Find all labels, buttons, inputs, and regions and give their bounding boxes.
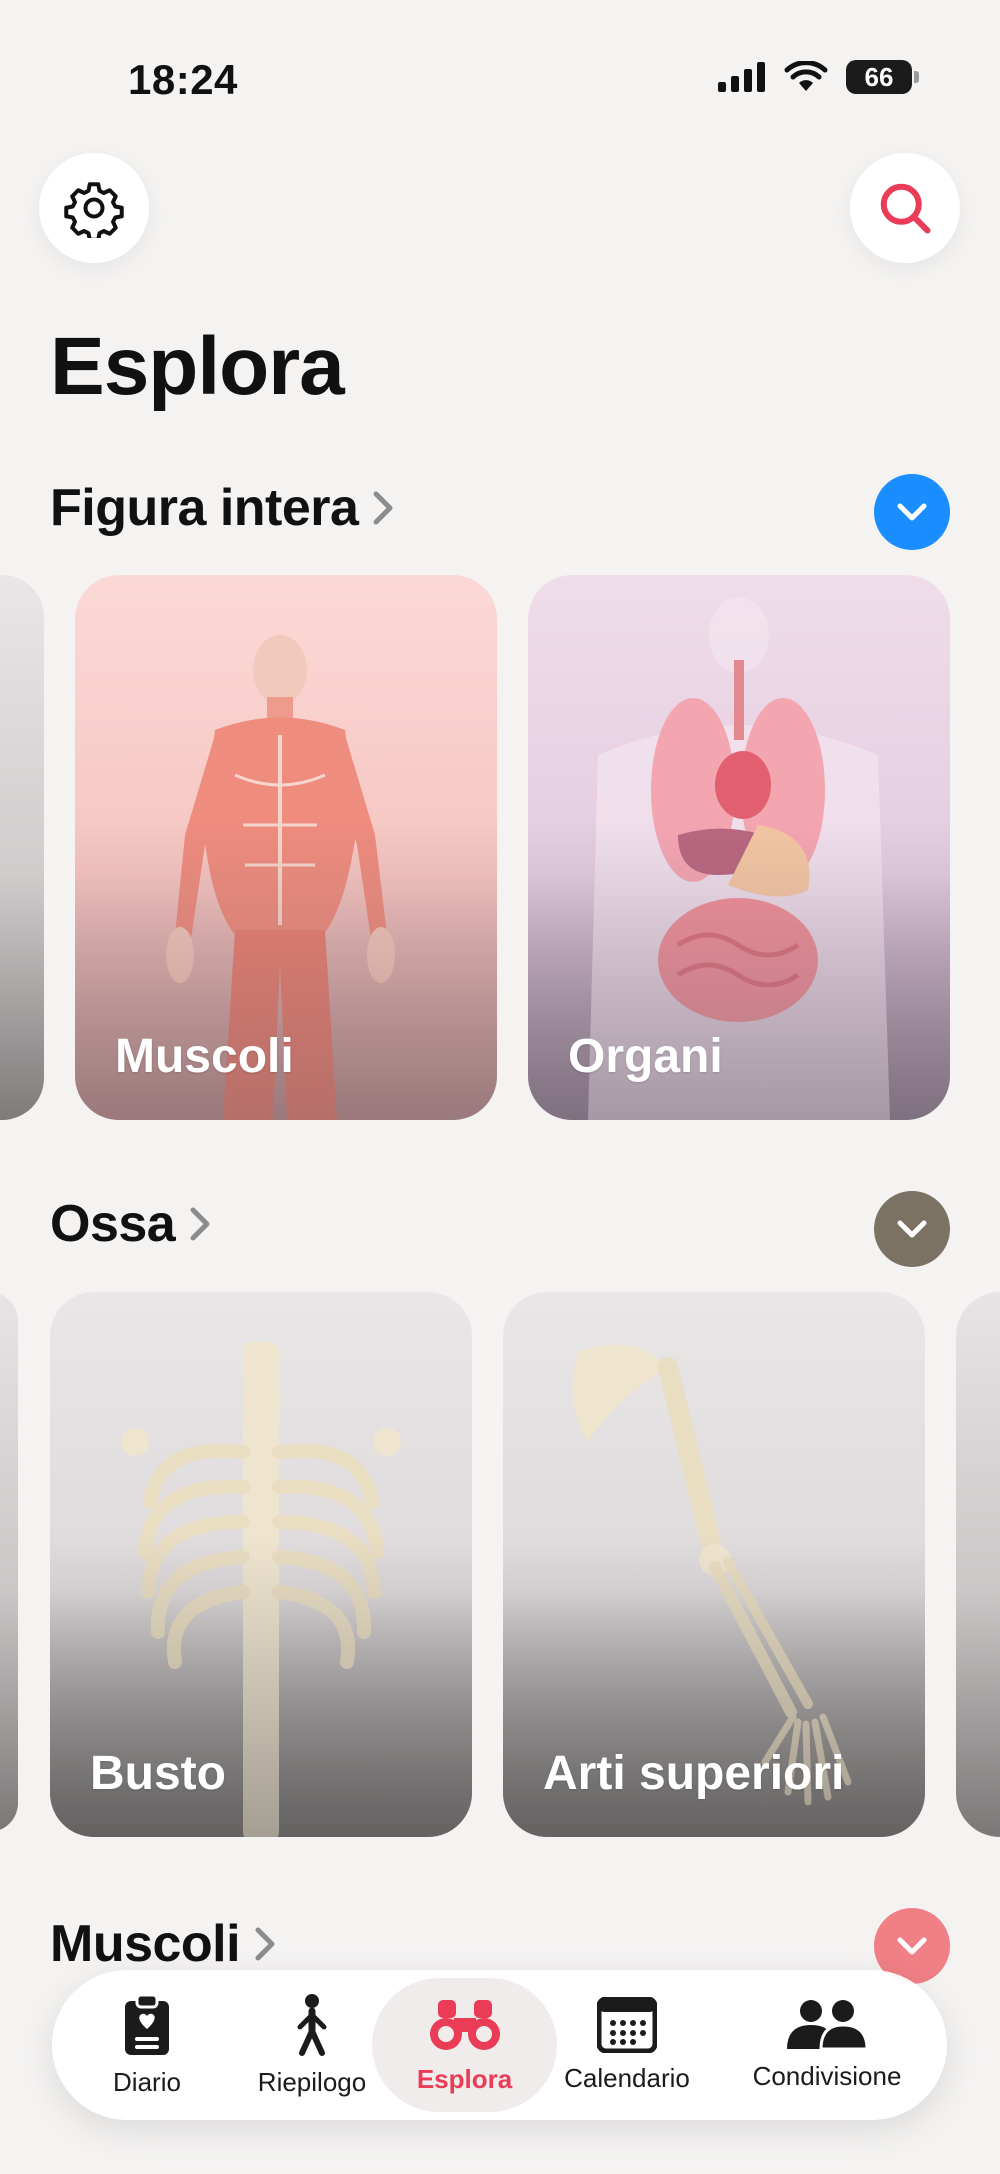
card-arti-superiori[interactable]: Arti superiori <box>503 1292 925 1837</box>
card-partial-next[interactable] <box>956 1292 1000 1837</box>
binoculars-icon <box>429 1999 500 2050</box>
tab-label: Condivisione <box>752 2060 902 2091</box>
section-header-ossa[interactable]: Ossa <box>50 1194 213 1254</box>
search-button[interactable] <box>850 153 960 263</box>
calendar-icon <box>597 1996 657 2053</box>
cellular-signal-icon <box>718 62 765 92</box>
tab-label: Riepilogo <box>257 2066 367 2097</box>
tab-diario[interactable]: Diario <box>92 1978 202 2112</box>
battery-indicator: 66 <box>846 60 919 94</box>
section-header-muscoli[interactable]: Muscoli <box>50 1914 278 1974</box>
collapse-toggle-ossa[interactable] <box>874 1191 950 1267</box>
tab-calendario[interactable]: Calendario <box>557 1978 697 2112</box>
status-icons: 66 <box>718 60 919 94</box>
chevron-right-icon <box>370 488 396 528</box>
card-organi[interactable]: Organi <box>528 575 950 1120</box>
card-label: Arti superiori <box>543 1747 845 1800</box>
battery-level: 66 <box>864 61 894 92</box>
chevron-right-icon <box>187 1204 213 1244</box>
people-icon <box>787 1999 867 2050</box>
wifi-icon <box>784 61 828 91</box>
tab-condivisione[interactable]: Condivisione <box>732 1978 922 2112</box>
chevron-down-icon <box>897 1220 927 1238</box>
section-header-figura-intera[interactable]: Figura intera <box>50 478 396 538</box>
tab-label: Calendario <box>564 2062 690 2093</box>
card-label: Organi <box>568 1030 723 1083</box>
gear-icon <box>64 182 124 238</box>
card-label: Muscoli <box>115 1030 294 1083</box>
status-time: 18:24 <box>128 56 238 103</box>
page-title: Esplora <box>50 321 345 412</box>
section-title: Muscoli <box>50 1915 241 1973</box>
collapse-toggle-figura-intera[interactable] <box>874 474 950 550</box>
card-label: Busto <box>90 1747 226 1800</box>
card-partial-previous[interactable] <box>0 575 44 1120</box>
search-icon <box>880 183 931 234</box>
bottom-tab-bar: Diario Riepilogo Esplora Calendario Cond… <box>52 1970 947 2120</box>
chevron-right-icon <box>252 1924 278 1964</box>
tab-riepilogo[interactable]: Riepilogo <box>242 1978 382 2112</box>
card-busto[interactable]: Busto <box>50 1292 472 1837</box>
section-title: Ossa <box>50 1195 176 1253</box>
section-title: Figura intera <box>50 479 359 537</box>
clipboard-heart-icon <box>125 1993 169 2055</box>
card-partial-previous[interactable] <box>0 1292 18 1832</box>
card-muscoli[interactable]: Muscoli <box>75 575 497 1120</box>
chevron-down-icon <box>897 1937 927 1955</box>
chevron-down-icon <box>897 503 927 521</box>
walking-person-icon <box>297 1993 327 2056</box>
tab-label: Diario <box>113 2066 181 2097</box>
tab-label: Esplora <box>416 2063 513 2094</box>
settings-button[interactable] <box>39 153 149 263</box>
tab-esplora[interactable]: Esplora <box>372 1978 557 2112</box>
